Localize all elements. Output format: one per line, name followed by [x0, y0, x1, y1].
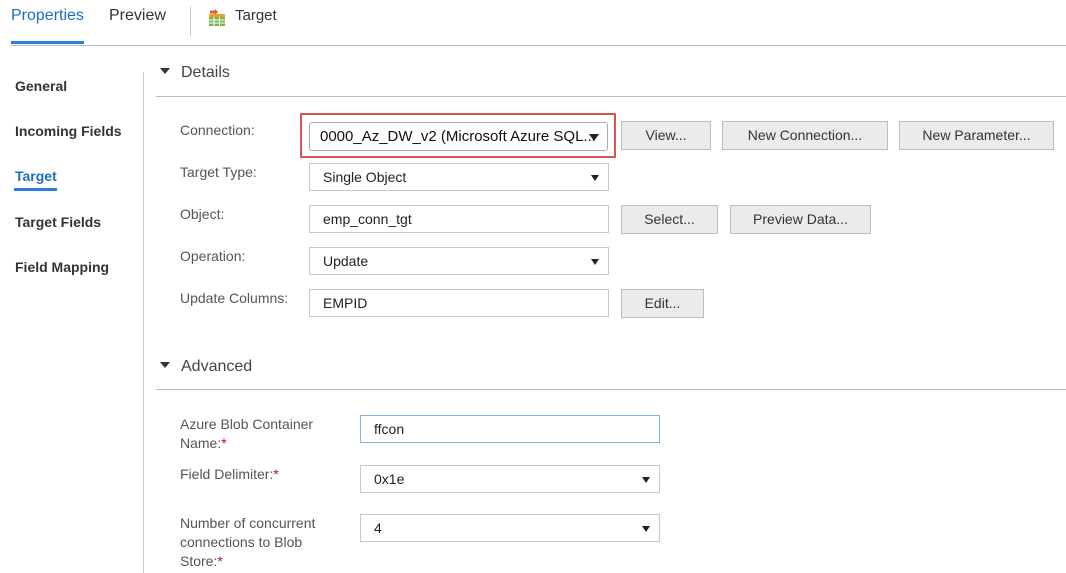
- required-mark: *: [221, 435, 227, 451]
- dropdown-arrow-icon: [591, 175, 599, 181]
- tab-separator: [190, 6, 191, 36]
- connection-value: 0000_Az_DW_v2 (Microsoft Azure SQL...: [320, 128, 596, 145]
- container-name-label-line2: Name:: [180, 435, 222, 451]
- dropdown-arrow-icon: [642, 526, 650, 532]
- edit-update-columns-button[interactable]: Edit...: [621, 289, 704, 318]
- nav-item-general[interactable]: General: [15, 78, 67, 94]
- nav-item-incoming-fields[interactable]: Incoming Fields: [15, 123, 122, 139]
- concurrent-connections-label: Number of concurrent connections to Blob…: [180, 514, 315, 571]
- advanced-divider: [156, 389, 1066, 390]
- required-mark: *: [217, 553, 223, 569]
- dropdown-arrow-icon: [642, 477, 650, 483]
- caret-down-icon: [160, 361, 170, 368]
- details-title: Details: [181, 64, 230, 81]
- update-columns-label: Update Columns:: [180, 290, 289, 306]
- field-delimiter-label: Field Delimiter:*: [180, 465, 279, 484]
- target-type-value: Single Object: [323, 169, 407, 185]
- caret-down-icon: [160, 67, 170, 74]
- concurrent-connections-select[interactable]: 4: [360, 514, 660, 542]
- tab-properties[interactable]: Properties: [11, 7, 84, 25]
- required-mark: *: [273, 466, 279, 482]
- target-type-select[interactable]: Single Object: [309, 163, 609, 191]
- connection-label: Connection:: [180, 122, 255, 138]
- update-columns-field[interactable]: EMPID: [309, 289, 609, 317]
- details-divider: [156, 96, 1066, 97]
- tab-preview[interactable]: Preview: [109, 7, 166, 25]
- advanced-title: Advanced: [181, 358, 253, 375]
- concurrent-connections-label-line2: connections to Blob: [180, 534, 303, 550]
- top-divider: [11, 45, 1066, 46]
- connection-select[interactable]: 0000_Az_DW_v2 (Microsoft Azure SQL...: [309, 122, 608, 151]
- container-name-label-line1: Azure Blob Container: [180, 416, 314, 432]
- preview-data-button[interactable]: Preview Data...: [730, 205, 871, 234]
- nav-item-field-mapping[interactable]: Field Mapping: [15, 259, 109, 275]
- nav-divider: [143, 72, 144, 573]
- table-target-icon: [209, 9, 225, 26]
- operation-value: Update: [323, 253, 369, 269]
- view-connection-button[interactable]: View...: [621, 121, 711, 150]
- tab-properties-underline: [11, 41, 84, 44]
- dropdown-arrow-icon: [591, 259, 599, 265]
- update-columns-value: EMPID: [323, 295, 368, 311]
- nav-active-underline: [14, 188, 57, 191]
- container-name-label: Azure Blob Container Name:*: [180, 415, 313, 453]
- concurrent-connections-label-line3: Store:: [180, 553, 218, 569]
- container-name-input[interactable]: [360, 415, 660, 443]
- target-type-label: Target Type:: [180, 164, 257, 180]
- field-delimiter-select[interactable]: 0x1e: [360, 465, 660, 493]
- operation-label: Operation:: [180, 248, 246, 264]
- container-name-text[interactable]: [374, 416, 659, 442]
- object-value: emp_conn_tgt: [323, 211, 412, 227]
- object-field[interactable]: emp_conn_tgt: [309, 205, 609, 233]
- object-label: Object:: [180, 206, 225, 222]
- field-delimiter-label-text: Field Delimiter:: [180, 466, 274, 482]
- nav-item-target-fields[interactable]: Target Fields: [15, 214, 101, 230]
- advanced-section-header[interactable]: Advanced: [160, 358, 252, 376]
- tab-target[interactable]: Target: [235, 7, 277, 24]
- select-object-button[interactable]: Select...: [621, 205, 718, 234]
- details-section-header[interactable]: Details: [160, 64, 230, 82]
- operation-select[interactable]: Update: [309, 247, 609, 275]
- nav-item-target[interactable]: Target: [15, 168, 57, 184]
- concurrent-connections-value: 4: [374, 520, 382, 536]
- new-parameter-button[interactable]: New Parameter...: [899, 121, 1054, 150]
- concurrent-connections-label-line1: Number of concurrent: [180, 515, 316, 531]
- dropdown-arrow-icon: [589, 134, 599, 141]
- field-delimiter-value: 0x1e: [374, 471, 405, 487]
- new-connection-button[interactable]: New Connection...: [722, 121, 888, 150]
